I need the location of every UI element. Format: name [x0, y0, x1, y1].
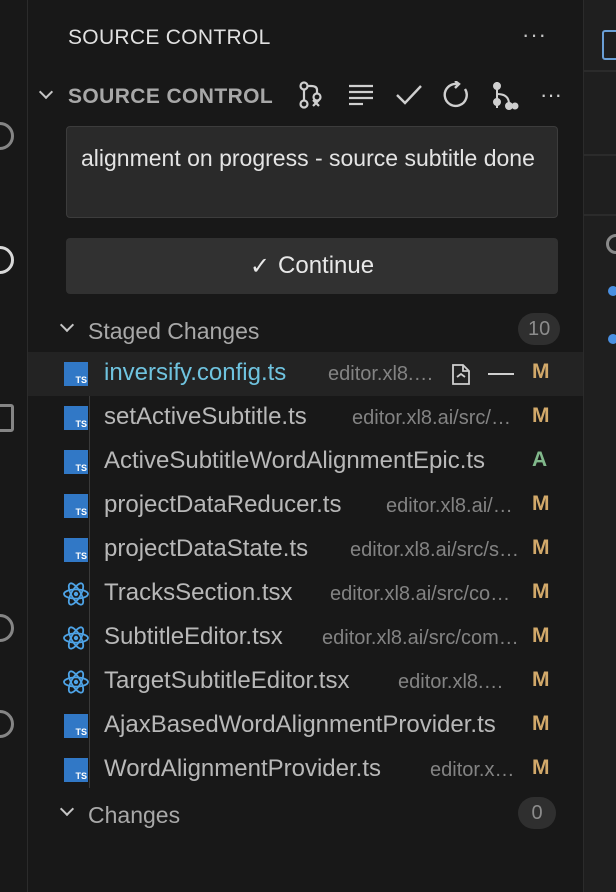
git-status-badge: M	[532, 492, 550, 515]
commit-message-input[interactable]: alignment on progress - source subtitle …	[66, 126, 558, 218]
file-name: setActiveSubtitle.ts	[104, 403, 307, 430]
file-path: editor.xl8.ai/src/reducers	[386, 495, 516, 517]
staged-file-row[interactable]: TS projectDataState.ts editor.xl8.ai/src/s…	[28, 528, 583, 572]
file-name: WordAlignmentProvider.ts	[104, 755, 382, 782]
git-status-badge: M	[532, 404, 550, 427]
continue-button[interactable]: ✓ Continue	[66, 238, 558, 294]
typescript-file-icon: TS	[64, 406, 88, 430]
section-title: SOURCE CONTROL	[68, 85, 274, 108]
typescript-file-icon: TS	[64, 362, 88, 386]
activity-bar	[0, 0, 28, 892]
file-path: editor.xl8.ai/src/components	[398, 671, 510, 693]
source-control-section-header[interactable]: SOURCE CONTROL ···	[28, 76, 583, 116]
list-view-icon[interactable]	[346, 80, 376, 110]
react-file-icon	[62, 669, 90, 695]
file-name: SubtitleEditor.tsx	[104, 623, 283, 650]
source-control-sidebar: SOURCE CONTROL ··· SOURCE CONTROL ··· al…	[28, 0, 583, 892]
extensions-icon[interactable]	[0, 404, 14, 432]
search-icon[interactable]	[0, 122, 14, 150]
file-path: editor.xl8.ai/src/state	[350, 539, 520, 561]
staged-count-badge: 10	[518, 313, 561, 345]
editor-tab-icon[interactable]	[602, 30, 616, 60]
remote-explorer-icon[interactable]	[0, 614, 14, 642]
typescript-file-icon: TS	[64, 450, 88, 474]
file-name: projectDataState.ts	[104, 535, 309, 562]
continue-label: Continue	[278, 252, 375, 279]
editor-area-edge	[583, 0, 616, 892]
staged-file-row[interactable]: TS ActiveSubtitleWordAlignmentEpic.ts A	[28, 440, 583, 484]
file-name: projectDataReducer.ts	[104, 491, 342, 518]
react-file-icon	[62, 581, 90, 607]
file-name: inversify.config.ts	[104, 359, 287, 386]
panel-more-actions-icon[interactable]: ···	[522, 22, 547, 48]
chevron-down-icon[interactable]	[59, 801, 75, 817]
git-status-badge: M	[532, 360, 550, 383]
check-icon: ✓	[249, 252, 271, 280]
chevron-down-icon[interactable]	[38, 84, 54, 100]
graph-node-icon	[606, 234, 616, 254]
staged-file-row[interactable]: TargetSubtitleEditor.tsx editor.xl8.ai/sr…	[28, 660, 583, 704]
typescript-file-icon: TS	[64, 494, 88, 518]
source-control-icon[interactable]	[0, 246, 14, 274]
git-status-badge: M	[532, 756, 550, 779]
branch-graph-icon[interactable]	[296, 80, 326, 110]
staged-file-row[interactable]: TS projectDataReducer.ts editor.xl8.ai/src…	[28, 484, 583, 528]
file-name: TracksSection.tsx	[104, 579, 293, 606]
staged-file-row[interactable]: TS AjaxBasedWordAlignmentProvider.ts M	[28, 704, 583, 748]
chevron-down-icon[interactable]	[59, 317, 75, 333]
file-path: editor.xl8.ai/src/components	[322, 627, 520, 649]
unstage-icon[interactable]	[486, 359, 516, 389]
staged-file-row[interactable]: TracksSection.tsx editor.xl8.ai/src/compo…	[28, 572, 583, 616]
git-status-badge: M	[532, 624, 550, 647]
graph-dot	[608, 334, 616, 344]
typescript-file-icon: TS	[64, 758, 88, 782]
file-name: AjaxBasedWordAlignmentProvider.ts	[104, 711, 496, 738]
source-graph-icon[interactable]	[490, 80, 520, 110]
git-status-badge: M	[532, 580, 550, 603]
git-status-badge: M	[532, 536, 550, 559]
typescript-file-icon: TS	[64, 538, 88, 562]
git-status-badge: M	[532, 668, 550, 691]
react-file-icon	[62, 625, 90, 651]
file-path: editor.xl8.ai/src/inversify	[328, 363, 436, 385]
staged-file-row[interactable]: TS WordAlignmentProvider.ts editor.xl8.ai/…	[28, 748, 583, 792]
changes-title: Changes	[88, 802, 181, 828]
changes-count-badge: 0	[518, 797, 556, 829]
changes-header[interactable]: Changes 0	[28, 794, 583, 834]
more-icon[interactable]: ···	[536, 80, 566, 110]
git-status-badge: M	[532, 712, 550, 735]
commit-check-icon[interactable]	[394, 80, 424, 110]
staged-file-row[interactable]: SubtitleEditor.tsx editor.xl8.ai/src/comp…	[28, 616, 583, 660]
open-file-icon[interactable]	[446, 359, 476, 389]
staged-file-row[interactable]: TS setActiveSubtitle.ts editor.xl8.ai/src/…	[28, 396, 583, 440]
refresh-icon[interactable]	[442, 80, 472, 110]
file-name: ActiveSubtitleWordAlignmentEpic.ts	[104, 447, 486, 474]
file-path: editor.xl8.ai/src/providers	[430, 759, 518, 781]
typescript-file-icon: TS	[64, 714, 88, 738]
staged-file-row[interactable]: TS inversify.config.ts editor.xl8.ai/src/i…	[28, 352, 583, 396]
panel-title: SOURCE CONTROL	[68, 26, 271, 49]
file-path: editor.xl8.ai/src/components	[330, 583, 520, 605]
git-status-badge: A	[532, 448, 548, 471]
staged-changes-header[interactable]: Staged Changes 10	[28, 310, 583, 350]
graph-dot	[608, 286, 616, 296]
file-name: TargetSubtitleEditor.tsx	[104, 667, 350, 694]
accounts-icon[interactable]	[0, 710, 14, 738]
file-path: editor.xl8.ai/src/actions	[352, 407, 520, 429]
staged-changes-title: Staged Changes	[88, 318, 260, 344]
